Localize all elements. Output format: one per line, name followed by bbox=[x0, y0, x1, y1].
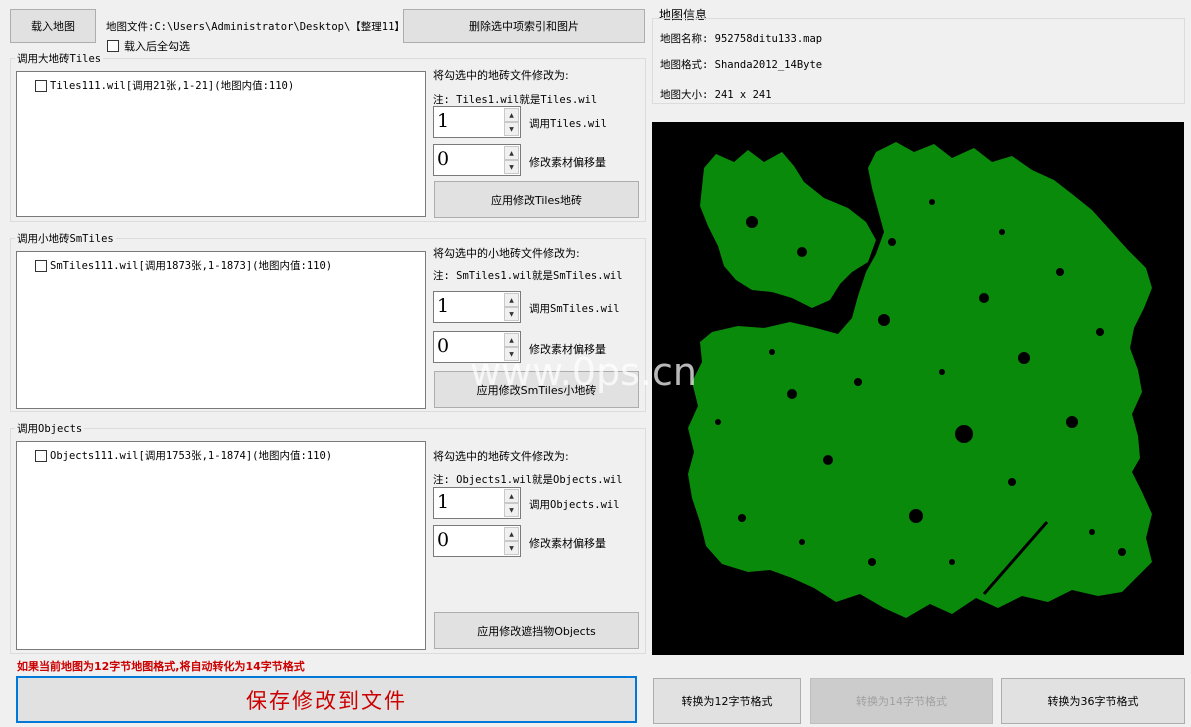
delete-selected-button[interactable]: 删除选中项索引和图片 bbox=[403, 9, 645, 43]
load-map-button[interactable]: 载入地图 bbox=[10, 9, 96, 43]
spin-up-icon[interactable]: ▲ bbox=[504, 527, 519, 541]
smtiles-file-value: 1 bbox=[437, 295, 450, 317]
map-info-panel: 地图名称: 952758ditu133.map 地图格式: Shanda2012… bbox=[652, 18, 1185, 104]
tiles-item-checkbox[interactable] bbox=[35, 79, 47, 92]
spin-down-icon[interactable]: ▼ bbox=[504, 541, 519, 555]
map-name: 地图名称: 952758ditu133.map bbox=[660, 33, 823, 45]
tiles-file-label: 调用Tiles.wil bbox=[529, 118, 607, 130]
smtiles-file-stepper[interactable]: 1 ▲ ▼ bbox=[433, 291, 521, 323]
smtiles-offset-value: 0 bbox=[437, 335, 450, 357]
spin-down-icon[interactable]: ▼ bbox=[504, 122, 519, 136]
spin-up-icon[interactable]: ▲ bbox=[504, 293, 519, 307]
smtiles-item-label: SmTiles111.wil[调用1873张,1-1873](地图内值:110) bbox=[50, 260, 333, 272]
spin-down-icon[interactable]: ▼ bbox=[504, 307, 519, 321]
tiles-group-title: 调用大地砖Tiles bbox=[15, 51, 104, 66]
smtiles-item-checkbox[interactable] bbox=[35, 259, 47, 272]
smtiles-offset-label: 修改素材偏移量 bbox=[529, 343, 606, 356]
apply-smtiles-button[interactable]: 应用修改SmTiles小地砖 bbox=[434, 371, 639, 408]
smtiles-modify-label: 将勾选中的小地砖文件修改为: bbox=[433, 247, 580, 260]
list-item[interactable]: Tiles111.wil[调用21张,1-21](地图内值:110) bbox=[35, 78, 294, 93]
map-preview[interactable] bbox=[652, 122, 1184, 655]
list-item[interactable]: Objects111.wil[调用1753张,1-1874](地图内值:110) bbox=[35, 448, 332, 463]
objects-offset-value: 0 bbox=[437, 529, 450, 551]
tiles-note: 注: Tiles1.wil就是Tiles.wil bbox=[433, 94, 598, 106]
spin-down-icon[interactable]: ▼ bbox=[504, 347, 519, 361]
objects-modify-label: 将勾选中的地砖文件修改为: bbox=[433, 450, 569, 463]
smtiles-offset-stepper[interactable]: 0 ▲ ▼ bbox=[433, 331, 521, 363]
check-all-checkbox[interactable] bbox=[107, 40, 119, 52]
tiles-file-stepper[interactable]: 1 ▲ ▼ bbox=[433, 106, 521, 138]
spin-up-icon[interactable]: ▲ bbox=[504, 333, 519, 347]
save-button[interactable]: 保存修改到文件 bbox=[16, 676, 637, 723]
objects-offset-label: 修改素材偏移量 bbox=[529, 537, 606, 550]
list-item[interactable]: SmTiles111.wil[调用1873张,1-1873](地图内值:110) bbox=[35, 258, 332, 273]
apply-objects-button[interactable]: 应用修改遮挡物Objects bbox=[434, 612, 639, 649]
tiles-offset-label: 修改素材偏移量 bbox=[529, 156, 606, 169]
format-warning: 如果当前地图为12字节地图格式,将自动转化为14字节格式 bbox=[17, 660, 305, 673]
spin-down-icon[interactable]: ▼ bbox=[504, 160, 519, 174]
spin-down-icon[interactable]: ▼ bbox=[504, 503, 519, 517]
apply-tiles-button[interactable]: 应用修改Tiles地砖 bbox=[434, 181, 639, 218]
smtiles-file-label: 调用SmTiles.wil bbox=[529, 303, 620, 315]
objects-offset-stepper[interactable]: 0 ▲ ▼ bbox=[433, 525, 521, 557]
map-format: 地图格式: Shanda2012_14Byte bbox=[660, 59, 823, 71]
smtiles-list[interactable]: SmTiles111.wil[调用1873张,1-1873](地图内值:110) bbox=[16, 251, 426, 409]
tiles-file-value: 1 bbox=[437, 110, 450, 132]
objects-note: 注: Objects1.wil就是Objects.wil bbox=[433, 474, 623, 486]
convert-12-button[interactable]: 转换为12字节格式 bbox=[653, 678, 801, 724]
tiles-list[interactable]: Tiles111.wil[调用21张,1-21](地图内值:110) bbox=[16, 71, 426, 217]
check-all-label: 载入后全勾选 bbox=[124, 40, 190, 53]
tiles-offset-value: 0 bbox=[437, 148, 450, 170]
convert-14-button[interactable]: 转换为14字节格式 bbox=[810, 678, 993, 724]
smtiles-group-title: 调用小地砖SmTiles bbox=[15, 231, 116, 246]
objects-item-label: Objects111.wil[调用1753张,1-1874](地图内值:110) bbox=[50, 450, 333, 462]
map-file-path: 地图文件:C:\Users\Administrator\Desktop\【整理1… bbox=[106, 21, 401, 33]
spin-up-icon[interactable]: ▲ bbox=[504, 146, 519, 160]
objects-group-title: 调用Objects bbox=[15, 421, 85, 436]
map-preview-image bbox=[652, 122, 1184, 655]
smtiles-note: 注: SmTiles1.wil就是SmTiles.wil bbox=[433, 270, 623, 282]
map-size: 地图大小: 241 x 241 bbox=[660, 89, 772, 101]
objects-list[interactable]: Objects111.wil[调用1753张,1-1874](地图内值:110) bbox=[16, 441, 426, 650]
spin-up-icon[interactable]: ▲ bbox=[504, 108, 519, 122]
tiles-offset-stepper[interactable]: 0 ▲ ▼ bbox=[433, 144, 521, 176]
tiles-item-label: Tiles111.wil[调用21张,1-21](地图内值:110) bbox=[50, 80, 295, 92]
convert-36-button[interactable]: 转换为36字节格式 bbox=[1001, 678, 1185, 724]
spin-up-icon[interactable]: ▲ bbox=[504, 489, 519, 503]
objects-file-value: 1 bbox=[437, 491, 450, 513]
objects-file-label: 调用Objects.wil bbox=[529, 499, 620, 511]
objects-file-stepper[interactable]: 1 ▲ ▼ bbox=[433, 487, 521, 519]
check-all-option[interactable]: 载入后全勾选 bbox=[107, 38, 190, 54]
tiles-modify-label: 将勾选中的地砖文件修改为: bbox=[433, 69, 569, 82]
objects-item-checkbox[interactable] bbox=[35, 449, 47, 462]
